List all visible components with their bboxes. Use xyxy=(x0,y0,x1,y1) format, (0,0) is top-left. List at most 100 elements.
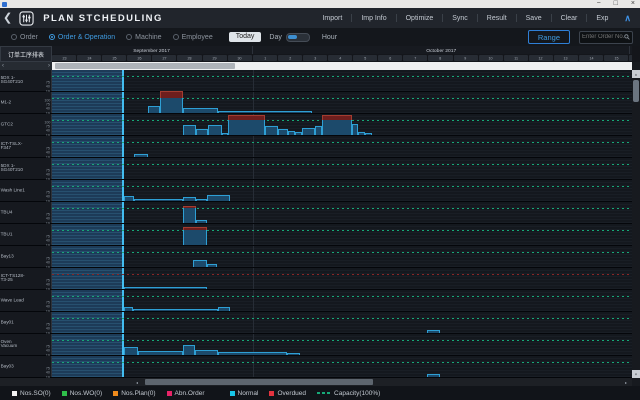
load-bar-segment[interactable] xyxy=(315,126,322,135)
schedule-row[interactable]: TBU4754010 xyxy=(0,202,632,224)
today-button[interactable]: Today xyxy=(229,32,262,42)
overload-bar-segment[interactable] xyxy=(322,115,352,120)
load-bar-segment[interactable] xyxy=(365,133,372,135)
load-bar-segment[interactable] xyxy=(208,125,222,135)
load-bar-segment[interactable] xyxy=(183,197,196,201)
timeline-scrollbar[interactable] xyxy=(52,62,632,70)
menu-item-import[interactable]: Import xyxy=(313,15,351,22)
load-bar-segment[interactable] xyxy=(134,199,183,201)
maximize-button[interactable]: □ xyxy=(614,0,618,8)
schedule-row[interactable]: 5DX 1-SG40T210754010 xyxy=(0,70,632,92)
schedule-row[interactable]: Bay01754010 xyxy=(0,312,632,334)
load-bar-segment[interactable] xyxy=(124,347,138,355)
schedule-row[interactable]: Bay13754010 xyxy=(0,246,632,268)
load-bar-segment[interactable] xyxy=(358,132,365,135)
menu-item-sync[interactable]: Sync xyxy=(443,15,477,22)
load-bar-segment[interactable] xyxy=(133,309,218,312)
menu-item-exp[interactable]: Exp xyxy=(587,15,617,22)
timeline-scrollbar-thumb[interactable] xyxy=(55,63,235,69)
schedule-row[interactable]: Wave Lead754010 xyxy=(0,290,632,312)
label-column-scrollbar[interactable]: ‹ › xyxy=(0,62,52,70)
schedule-row[interactable]: ICT-TSLX-F347754010 xyxy=(0,136,632,158)
overload-bar-segment[interactable] xyxy=(183,227,207,230)
load-bar-segment[interactable] xyxy=(138,351,183,355)
legend-label: Capacity(100%) xyxy=(334,390,380,397)
menu-item-result[interactable]: Result xyxy=(478,15,516,22)
label-scroll-left-icon[interactable]: ‹ xyxy=(2,62,4,70)
radio-order-operation[interactable]: Order & Operation xyxy=(49,34,115,41)
bottom-scrollbar-thumb[interactable] xyxy=(145,379,373,385)
schedule-row[interactable]: ICT-TS128-T3-25754010 xyxy=(0,268,632,290)
load-bar-segment[interactable] xyxy=(193,260,207,267)
close-button[interactable]: × xyxy=(631,0,635,8)
load-bar-segment[interactable] xyxy=(134,154,148,157)
collapse-chevron-icon[interactable]: ∧ xyxy=(624,13,631,24)
radio-employee[interactable]: Employee xyxy=(173,34,213,41)
hscroll-right-icon[interactable]: ▸ xyxy=(624,378,628,386)
scroll-down-icon[interactable]: ▼ xyxy=(632,370,640,378)
load-bar-segment[interactable] xyxy=(218,111,312,114)
month-section-september-2017: September 2017 xyxy=(52,46,253,54)
load-bar-segment[interactable] xyxy=(148,106,160,113)
load-bar-segment[interactable] xyxy=(124,307,133,311)
back-icon[interactable]: ❮ xyxy=(3,8,12,28)
bottom-scrollbar[interactable]: ◂ ▸ xyxy=(0,378,632,386)
menu-item-imp-info[interactable]: Imp Info xyxy=(352,15,395,22)
row-chart-area xyxy=(52,312,632,333)
load-bar-segment[interactable] xyxy=(207,195,230,201)
day-hour-toggle[interactable] xyxy=(286,33,310,42)
schedule-row[interactable]: M1-2100754010 xyxy=(0,92,632,114)
load-bar-segment[interactable] xyxy=(427,330,440,334)
radio-machine[interactable]: Machine xyxy=(126,34,161,41)
toggle-knob[interactable] xyxy=(288,35,297,40)
schedule-row[interactable]: TBU1754010 xyxy=(0,224,632,246)
order-search-input[interactable] xyxy=(582,34,624,40)
load-bar-segment[interactable] xyxy=(183,108,218,113)
radio-order[interactable]: Order xyxy=(11,34,38,41)
load-bar-segment[interactable] xyxy=(265,126,278,135)
y-axis-tick: 40 xyxy=(46,349,50,353)
load-bar-segment[interactable] xyxy=(302,128,315,135)
load-bar-segment[interactable] xyxy=(183,125,196,135)
hscroll-left-icon[interactable]: ◂ xyxy=(135,378,139,386)
scroll-up-icon[interactable]: ▲ xyxy=(632,70,640,78)
load-bar-segment[interactable] xyxy=(218,307,230,312)
menu-item-clear[interactable]: Clear xyxy=(552,15,587,22)
schedule-row[interactable]: GTC2100754010 xyxy=(0,114,632,136)
load-bar-segment[interactable] xyxy=(278,129,288,135)
load-bar-segment[interactable] xyxy=(288,131,295,135)
load-bar-segment[interactable] xyxy=(218,352,287,355)
order-search-box[interactable] xyxy=(579,31,633,44)
schedule-row[interactable]: 5DX 1-SG40T210754010 xyxy=(0,158,632,180)
load-bar-segment[interactable] xyxy=(183,206,196,223)
overload-bar-segment[interactable] xyxy=(183,206,196,208)
load-bar-segment[interactable] xyxy=(287,353,300,355)
capacity-line xyxy=(52,274,632,275)
legend-swatch-icon xyxy=(12,391,17,396)
load-bar-segment[interactable] xyxy=(195,350,218,355)
load-bar-segment[interactable] xyxy=(295,132,302,135)
load-bar-segment[interactable] xyxy=(124,287,207,290)
load-bar-segment[interactable] xyxy=(196,199,207,201)
load-bar-segment[interactable] xyxy=(183,345,195,355)
load-bar-segment[interactable] xyxy=(196,220,207,223)
schedule-row[interactable]: Bay03754010 xyxy=(0,356,632,378)
menu-item-optimize[interactable]: Optimize xyxy=(397,15,443,22)
load-bar-segment[interactable] xyxy=(427,374,440,377)
load-bar-segment[interactable] xyxy=(124,196,134,201)
minimize-button[interactable]: − xyxy=(597,0,601,8)
label-scroll-right-icon[interactable]: › xyxy=(48,62,50,70)
overload-bar-segment[interactable] xyxy=(228,115,265,120)
search-icon[interactable] xyxy=(624,34,630,40)
app-logo-sliders-icon xyxy=(19,11,34,26)
vertical-scrollbar[interactable]: ▲ ▼ xyxy=(632,62,640,386)
load-bar-segment[interactable] xyxy=(196,129,208,135)
load-bar-segment[interactable] xyxy=(207,264,217,267)
overload-bar-segment[interactable] xyxy=(160,91,183,98)
range-button[interactable]: Range xyxy=(528,30,570,44)
y-axis-tick: 75 xyxy=(46,300,50,304)
schedule-row[interactable]: Oven Vacuum754010 xyxy=(0,334,632,356)
menu-item-save[interactable]: Save xyxy=(517,15,551,22)
schedule-row[interactable]: Wash Line1754010 xyxy=(0,180,632,202)
vertical-scrollbar-thumb[interactable] xyxy=(633,80,639,102)
